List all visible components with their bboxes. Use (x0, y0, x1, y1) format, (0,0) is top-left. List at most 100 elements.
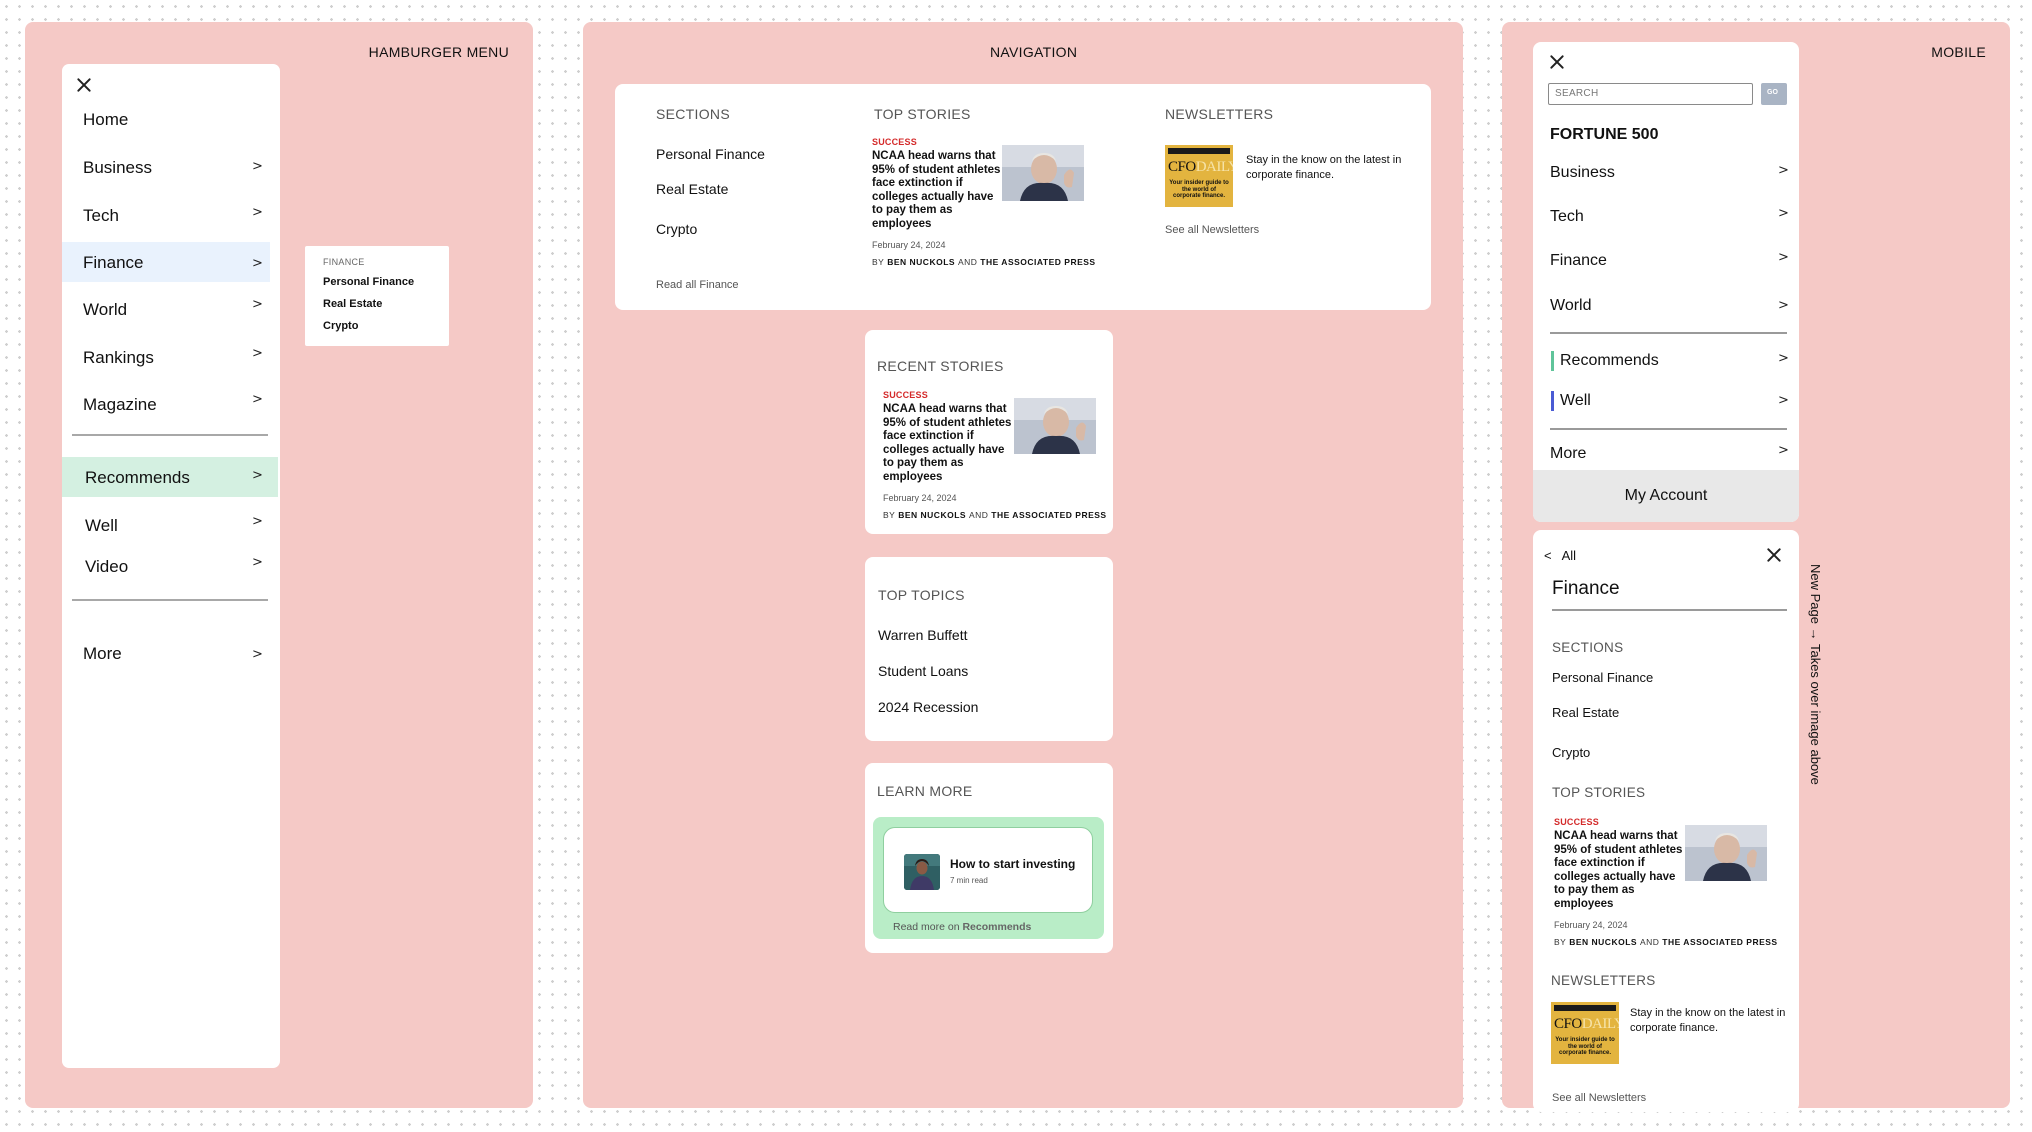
back-label: All (1561, 548, 1577, 563)
chevron-right-icon: > (252, 159, 263, 174)
recent-story-card[interactable]: SUCCESS NCAA head warns that 95% of stud… (883, 390, 1107, 525)
submenu-item-personal-finance[interactable]: Personal Finance (323, 276, 414, 288)
topic-link-2024-recession[interactable]: 2024 Recession (878, 699, 978, 715)
menu-item-label: World (1550, 297, 1592, 314)
article-card[interactable]: How to start investing 7 min read (883, 827, 1093, 913)
mobile-menu: SEARCH GO FORTUNE 500 Business > Tech > … (1533, 42, 1799, 522)
search-placeholder: SEARCH (1555, 88, 1599, 99)
story-headline[interactable]: NCAA head warns that 95% of student athl… (883, 403, 1015, 484)
read-all-finance-link[interactable]: Read all Finance (656, 279, 739, 291)
submenu-item-crypto[interactable]: Crypto (323, 320, 358, 332)
story-tag: SUCCESS (1554, 817, 1599, 827)
see-all-newsletters-link[interactable]: See all Newsletters (1165, 224, 1259, 236)
topic-link-warren-buffett[interactable]: Warren Buffett (878, 627, 967, 643)
section-link-personal-finance[interactable]: Personal Finance (656, 146, 765, 162)
logo-bar (1168, 148, 1230, 154)
brand-link[interactable]: FORTUNE 500 (1550, 126, 1658, 144)
search-go-button[interactable]: GO (1761, 83, 1787, 105)
recommends-link[interactable]: Recommends (962, 921, 1031, 933)
top-story-card[interactable]: SUCCESS NCAA head warns that 95% of stud… (872, 137, 1095, 272)
article-thumbnail (904, 854, 940, 890)
chevron-right-icon: > (1778, 298, 1789, 313)
close-icon[interactable] (1765, 546, 1783, 564)
byline-author[interactable]: BEN NUCKOLS (898, 510, 966, 520)
menu-divider (1550, 332, 1787, 334)
article-title[interactable]: How to start investing (950, 857, 1075, 871)
section-link-crypto[interactable]: Crypto (1552, 745, 1590, 760)
panel-title: HAMBURGER MENU (368, 44, 509, 60)
menu-item-label: Well (85, 516, 118, 535)
menu-item-recommends[interactable]: Recommends > (62, 457, 278, 497)
menu-item-label: Recommends (85, 468, 190, 487)
cfo-daily-logo[interactable]: CFODAILY Your insider guide to the world… (1551, 1002, 1619, 1064)
byline-author[interactable]: THE ASSOCIATED PRESS (991, 510, 1106, 520)
chevron-right-icon: > (252, 392, 263, 407)
close-icon[interactable] (75, 76, 93, 94)
menu-item-label: Tech (1550, 208, 1584, 225)
section-link-real-estate[interactable]: Real Estate (656, 181, 728, 197)
chevron-right-icon: > (252, 346, 263, 361)
story-byline: BY BEN NUCKOLS AND THE ASSOCIATED PRESS (883, 510, 1107, 520)
byline-author[interactable]: BEN NUCKOLS (887, 257, 955, 267)
see-all-newsletters-link[interactable]: See all Newsletters (1552, 1092, 1646, 1104)
newsletters-header: NEWSLETTERS (1165, 106, 1274, 122)
section-link-personal-finance[interactable]: Personal Finance (1552, 670, 1653, 685)
byline-author[interactable]: BEN NUCKOLS (1569, 937, 1637, 947)
chevron-right-icon: > (1778, 163, 1789, 178)
newsletter-description: Stay in the know on the latest in corpor… (1246, 154, 1402, 181)
top-story-card[interactable]: SUCCESS NCAA head warns that 95% of stud… (1554, 817, 1794, 952)
chevron-right-icon: > (252, 297, 263, 312)
cfo-daily-logo[interactable]: CFODAILY Your insider guide to the world… (1165, 145, 1233, 207)
submenu-item-real-estate[interactable]: Real Estate (323, 298, 382, 310)
story-tag: SUCCESS (883, 390, 928, 400)
newsletters-header: NEWSLETTERS (1551, 973, 1656, 988)
menu-item-home[interactable]: Home (62, 99, 278, 139)
byline-prefix: BY (883, 510, 896, 520)
byline-author[interactable]: THE ASSOCIATED PRESS (980, 257, 1095, 267)
back-button[interactable]: < All (1544, 548, 1576, 563)
chevron-right-icon: > (1778, 250, 1789, 265)
story-headline[interactable]: NCAA head warns that 95% of student athl… (872, 150, 1004, 231)
menu-item-label: More (1550, 445, 1587, 462)
chevron-right-icon: > (1778, 351, 1789, 366)
menu-item-magazine[interactable]: Magazine > (62, 384, 278, 424)
top-topics-header: TOP TOPICS (878, 587, 965, 603)
story-headline[interactable]: NCAA head warns that 95% of student athl… (1554, 830, 1686, 911)
mega-menu: SECTIONS Personal Finance Real Estate Cr… (615, 84, 1431, 310)
menu-item-label: Home (83, 110, 129, 129)
section-link-real-estate[interactable]: Real Estate (1552, 705, 1619, 720)
menu-item-finance[interactable]: Finance > (62, 242, 270, 282)
menu-item-label: Magazine (83, 395, 157, 414)
menu-item-label: World (83, 300, 128, 319)
logo-wordmark: CFODAILY (1168, 159, 1233, 175)
story-date: February 24, 2024 (1554, 920, 1628, 930)
menu-item-business[interactable]: Business > (62, 147, 278, 187)
menu-divider (72, 599, 268, 601)
menu-item-well[interactable]: Well > (62, 505, 278, 545)
menu-item-label: Business (1550, 164, 1615, 181)
menu-divider (72, 434, 268, 436)
menu-item-video[interactable]: Video > (62, 546, 278, 586)
byline-prefix: BY (872, 257, 885, 267)
story-photo (1685, 825, 1767, 881)
top-stories-header: TOP STORIES (1552, 785, 1646, 800)
menu-item-label: Finance (1550, 252, 1607, 269)
menu-item-rankings[interactable]: Rankings > (62, 337, 278, 377)
close-icon[interactable] (1548, 53, 1566, 71)
menu-divider (1550, 428, 1787, 430)
topic-link-student-loans[interactable]: Student Loans (878, 663, 968, 679)
menu-item-world[interactable]: World > (62, 289, 278, 329)
menu-item-label: Finance (83, 253, 144, 272)
my-account-button[interactable]: My Account (1533, 470, 1799, 522)
byline-author[interactable]: THE ASSOCIATED PRESS (1662, 937, 1777, 947)
recommends-accent-bar (1551, 351, 1554, 371)
search-input[interactable]: SEARCH (1548, 83, 1753, 105)
menu-item-more[interactable]: More > (62, 633, 278, 673)
menu-item-tech[interactable]: Tech > (62, 195, 278, 235)
newsletter-description: Stay in the know on the latest in corpor… (1630, 1007, 1786, 1034)
top-topics-card: TOP TOPICS Warren Buffett Student Loans … (865, 557, 1113, 741)
logo-tagline: Your insider guide to the world of corpo… (1555, 1037, 1615, 1056)
section-link-crypto[interactable]: Crypto (656, 221, 697, 237)
recent-stories-card: RECENT STORIES SUCCESS NCAA head warns t… (865, 330, 1113, 534)
chevron-right-icon: > (252, 647, 263, 662)
